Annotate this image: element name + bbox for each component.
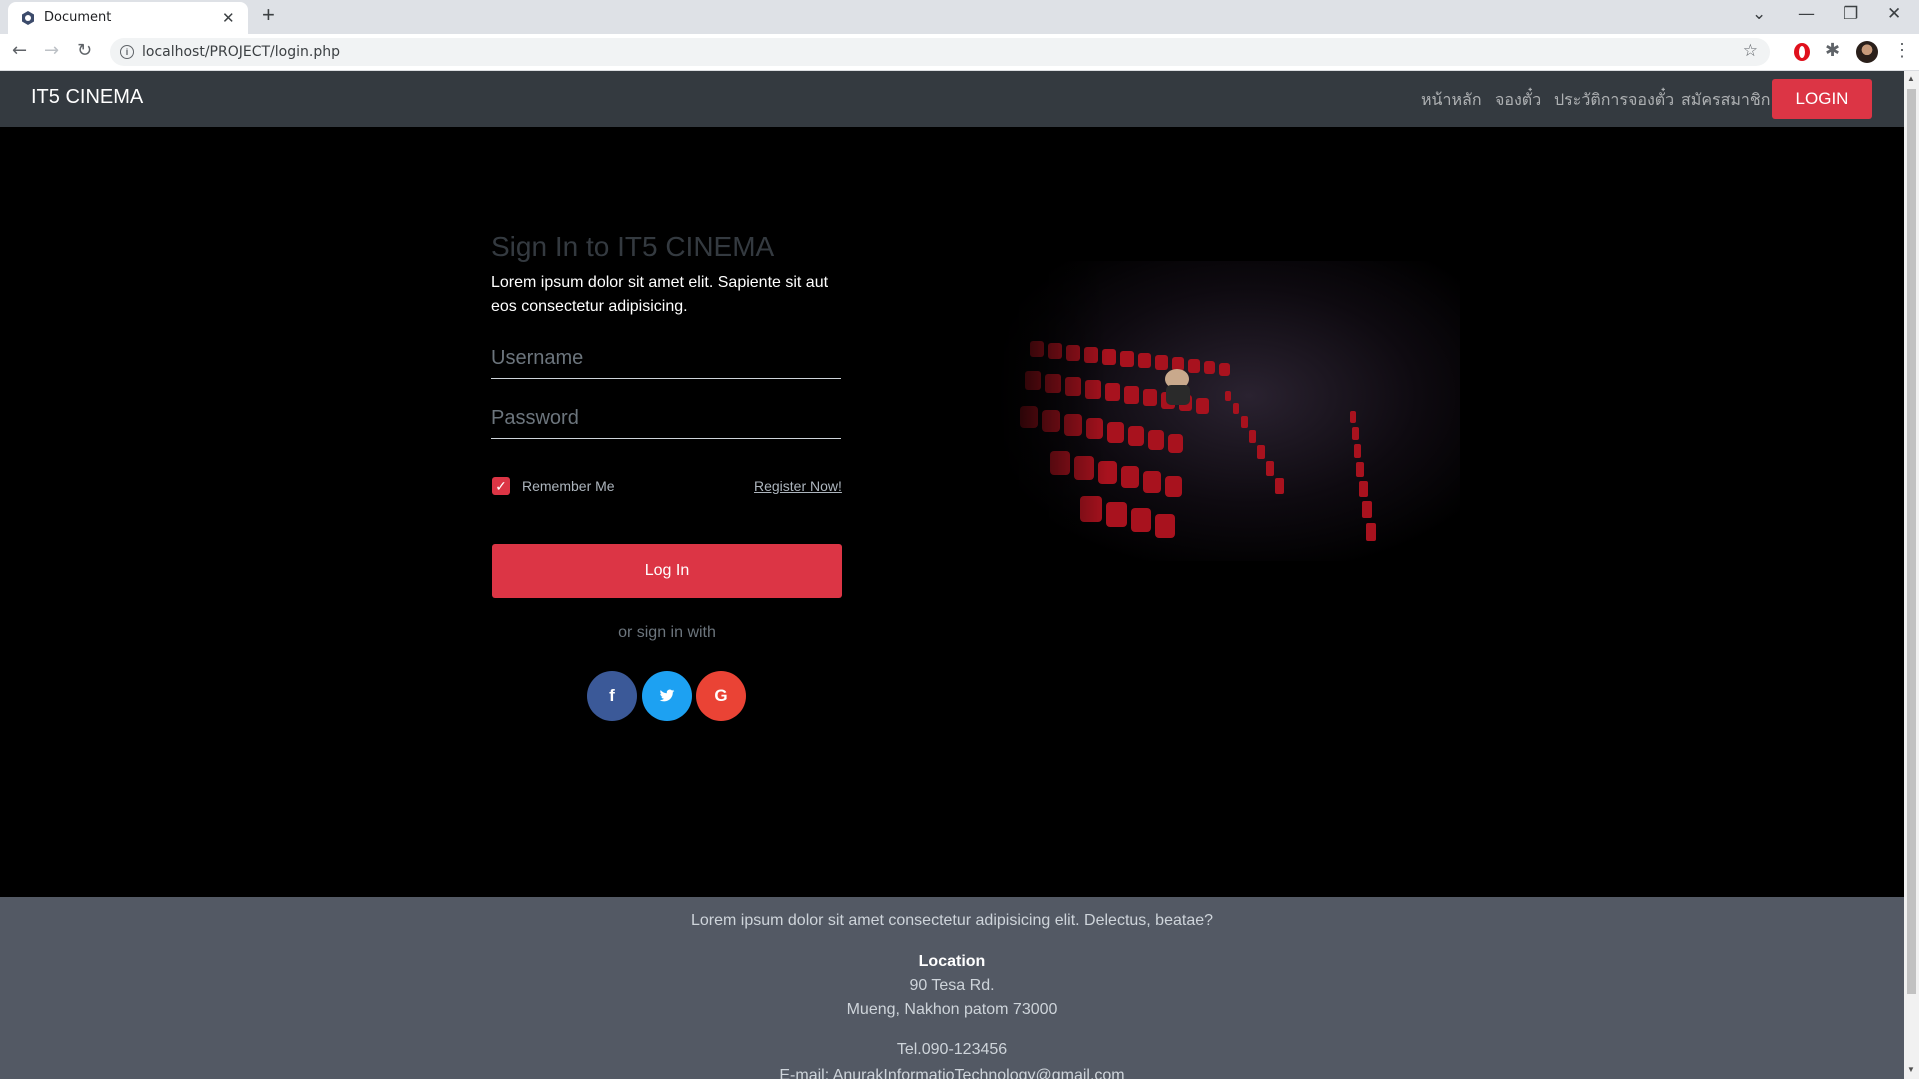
signin-title: Sign In to IT5 CINEMA [491,231,775,262]
scrollbar-thumb[interactable] [1907,89,1916,994]
new-tab-icon[interactable]: + [262,2,275,28]
page-viewport: IT5 CINEMA หน้าหลัก จองตั๋ว ประวัติการจอ… [0,71,1904,1079]
or-sign-in-with-text: or sign in with [618,624,716,641]
username-field [491,338,841,379]
tab-title: Document [44,10,112,25]
browser-toolbar: ← → ↻ i localhost/PROJECT/login.php ☆ [0,34,1919,71]
opera-extension-icon[interactable] [1794,43,1810,61]
site-navbar: IT5 CINEMA หน้าหลัก จองตั๋ว ประวัติการจอ… [0,71,1904,127]
close-window-icon[interactable]: ✕ [1887,4,1901,24]
password-field [491,398,841,439]
page-favicon-icon [22,11,34,25]
page-scrollbar[interactable]: ▲ ▼ [1904,71,1919,1079]
nav-link-history[interactable]: ประวัติการจองตั๋ว [1554,88,1674,113]
forward-icon[interactable]: → [44,40,59,61]
bookmark-star-icon[interactable]: ☆ [1743,41,1758,61]
register-now-link[interactable]: Register Now! [754,478,842,494]
username-input[interactable] [491,338,841,378]
footer-tel: Tel.090-123456 [896,1041,1008,1058]
nav-link-home[interactable]: หน้าหลัก [1421,88,1482,113]
footer-address-line2: Mueng, Nakhon patom 73000 [846,1001,1058,1018]
browser-menu-icon[interactable]: ⋮ [1893,40,1911,61]
profile-avatar[interactable] [1856,41,1878,63]
navbar-login-button[interactable]: LOGIN [1772,79,1872,119]
site-footer: Lorem ipsum dolor sit amet consectetur a… [0,897,1904,1079]
browser-tabstrip: Document ✕ + ⌄ — ❐ ✕ [0,0,1919,34]
footer-tagline: Lorem ipsum dolor sit amet consectetur a… [690,912,1214,929]
minimize-icon[interactable]: — [1798,4,1815,24]
tab-close-icon[interactable]: ✕ [222,9,235,27]
scroll-up-arrow-icon[interactable]: ▲ [1907,74,1915,83]
site-brand[interactable]: IT5 CINEMA [31,86,143,109]
nav-link-register[interactable]: สมัครสมาชิก [1681,88,1770,113]
facebook-signin-button[interactable]: f [587,671,637,721]
password-input[interactable] [491,398,841,438]
site-info-icon[interactable]: i [120,45,134,59]
cinema-seats-image [990,261,1460,561]
reload-icon[interactable]: ↻ [77,40,92,61]
google-signin-button[interactable]: G [696,671,746,721]
extensions-puzzle-icon[interactable]: ✱ [1825,40,1840,61]
nav-link-booking[interactable]: จองตั๋ว [1495,88,1541,113]
google-icon: G [714,686,728,705]
signin-description: Lorem ipsum dolor sit amet elit. Sapient… [491,274,829,315]
facebook-icon: f [609,686,615,705]
back-icon[interactable]: ← [12,40,27,61]
url-text[interactable]: localhost/PROJECT/login.php [142,44,340,60]
footer-email: E-mail: AnurakInformatioTechnology@gmail… [779,1067,1125,1079]
login-button[interactable]: Log In [492,544,842,598]
scroll-down-arrow-icon[interactable]: ▼ [1907,1065,1915,1074]
restore-icon[interactable]: ❐ [1843,4,1858,24]
twitter-signin-button[interactable] [642,671,692,721]
browser-tab[interactable]: Document ✕ [8,2,248,34]
remember-me-label[interactable]: Remember Me [522,478,615,494]
footer-location-heading: Location [918,953,986,970]
address-bar[interactable]: i localhost/PROJECT/login.php ☆ [110,38,1770,66]
twitter-icon [659,689,675,702]
remember-me-checkbox[interactable]: ✓ [492,477,510,495]
footer-address-line1: 90 Tesa Rd. [909,977,995,994]
tab-search-chevron-icon[interactable]: ⌄ [1752,4,1766,24]
